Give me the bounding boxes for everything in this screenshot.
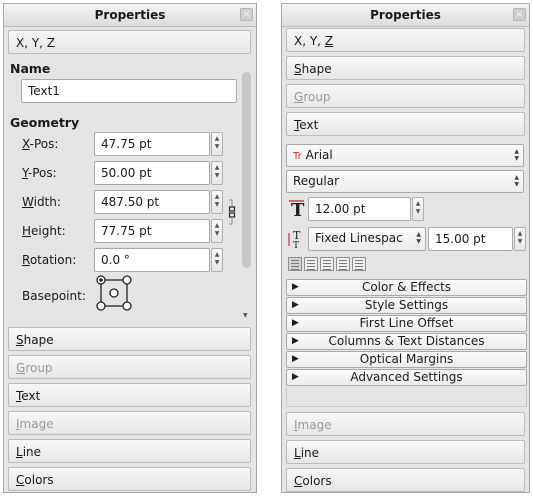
section-colors[interactable]: Colors	[8, 467, 251, 491]
keep-ratio-chain-icon[interactable]	[228, 197, 236, 227]
line-spacing-icon: T T	[288, 229, 301, 250]
section-image[interactable]: Image	[286, 412, 525, 436]
chevron-updown-icon: ▲ ▼	[514, 174, 519, 188]
expand-arrow-icon: ▶	[292, 300, 299, 310]
expander-style-settings[interactable]: ▶ Style Settings	[286, 297, 527, 314]
left-properties-panel: Properties × X, Y, Z Name Text1 Geometry…	[3, 3, 257, 493]
font-size-spinner[interactable]: ▲ ▼	[412, 197, 424, 221]
basepoint-selector-icon[interactable]	[95, 274, 135, 314]
section-group[interactable]: Group	[8, 355, 251, 379]
rotation-spinner[interactable]: ▲ ▼	[211, 248, 223, 272]
xpos-label: X-Pos:	[22, 137, 59, 151]
section-xyz[interactable]: X, Y, Z	[8, 30, 251, 54]
left-scrollbar[interactable]: ▼	[241, 62, 252, 324]
section-shape[interactable]: Shape	[8, 327, 251, 351]
expander-first-line-offset[interactable]: ▶ First Line Offset	[286, 315, 527, 332]
rotation-input[interactable]: 0.0 °	[94, 248, 210, 272]
rotation-label: Rotation:	[22, 253, 77, 267]
ypos-label: Y-Pos:	[22, 166, 57, 180]
xpos-spinner[interactable]: ▲ ▼	[211, 132, 223, 156]
chevron-updown-icon: ▲ ▼	[416, 231, 421, 245]
ypos-input[interactable]: 50.00 pt	[94, 161, 210, 185]
geometry-heading: Geometry	[10, 115, 80, 130]
section-text[interactable]: Text	[8, 383, 251, 407]
align-justify-icon[interactable]	[336, 257, 350, 271]
align-forced-icon[interactable]	[352, 257, 366, 271]
expand-arrow-icon: ▶	[292, 282, 299, 292]
expander-advanced-settings[interactable]: ▶ Advanced Settings	[286, 369, 527, 386]
font-name-value: Arial	[305, 148, 333, 162]
xpos-input[interactable]: 47.75 pt	[94, 132, 210, 156]
svg-text:T: T	[293, 241, 299, 250]
font-style-value: Regular	[293, 174, 340, 188]
font-name-combo[interactable]: Tr Arial ▲ ▼	[286, 144, 524, 167]
font-size-icon: T	[289, 200, 305, 220]
align-right-icon[interactable]	[320, 257, 334, 271]
width-label: Width:	[22, 195, 61, 209]
left-close-icon[interactable]: ×	[240, 8, 253, 21]
chevron-updown-icon: ▲ ▼	[514, 148, 519, 162]
line-spacing-mode-combo[interactable]: Fixed Linespac ▲ ▼	[308, 227, 426, 251]
right-close-icon[interactable]: ×	[513, 8, 526, 21]
section-shape[interactable]: Shape	[286, 56, 525, 80]
expand-arrow-icon: ▶	[292, 372, 299, 382]
section-line[interactable]: Line	[286, 440, 525, 464]
height-spinner[interactable]: ▲ ▼	[211, 219, 223, 243]
left-scrollbar-thumb[interactable]	[242, 72, 251, 268]
scroll-down-icon[interactable]: ▼	[243, 312, 248, 319]
expand-arrow-icon: ▶	[292, 354, 299, 364]
left-panel-title: Properties	[4, 4, 256, 27]
section-text[interactable]: Text	[286, 112, 525, 136]
font-style-combo[interactable]: Regular ▲ ▼	[286, 170, 524, 193]
font-type-icon: Tr	[293, 151, 302, 162]
expand-arrow-icon: ▶	[292, 336, 299, 346]
height-label: Height:	[22, 224, 66, 238]
section-xyz-label: X, Y, Z	[16, 36, 56, 50]
section-xyz[interactable]: X, Y, Z	[286, 28, 525, 52]
section-line[interactable]: Line	[8, 439, 251, 463]
width-spinner[interactable]: ▲ ▼	[211, 190, 223, 214]
svg-text:T: T	[291, 200, 305, 220]
name-heading: Name	[10, 61, 51, 76]
line-spacing-spinner[interactable]: ▲ ▼	[514, 227, 526, 251]
height-input[interactable]: 77.75 pt	[94, 219, 210, 243]
right-properties-panel: Properties × X, Y, Z Shape Group Text Tr…	[281, 3, 530, 493]
basepoint-label: Basepoint:	[22, 289, 86, 303]
align-center-icon[interactable]	[304, 257, 318, 271]
width-input[interactable]: 487.50 pt	[94, 190, 210, 214]
align-left-icon[interactable]	[288, 257, 302, 271]
right-panel-title: Properties	[282, 4, 529, 27]
ypos-spinner[interactable]: ▲ ▼	[211, 161, 223, 185]
name-input[interactable]: Text1	[21, 79, 237, 103]
section-image[interactable]: Image	[8, 411, 251, 435]
expander-optical-margins[interactable]: ▶ Optical Margins	[286, 351, 527, 368]
section-group[interactable]: Group	[286, 84, 525, 108]
section-colors[interactable]: Colors	[286, 468, 525, 492]
expand-arrow-icon: ▶	[292, 318, 299, 328]
text-section-footer	[286, 387, 527, 407]
line-spacing-mode-value: Fixed Linespac	[315, 231, 403, 245]
line-spacing-value-input[interactable]: 15.00 pt	[428, 227, 513, 251]
expander-color-effects[interactable]: ▶ Color & Effects	[286, 279, 527, 296]
expander-columns-text-distances[interactable]: ▶ Columns & Text Distances	[286, 333, 527, 350]
font-size-input[interactable]: 12.00 pt	[308, 197, 411, 221]
